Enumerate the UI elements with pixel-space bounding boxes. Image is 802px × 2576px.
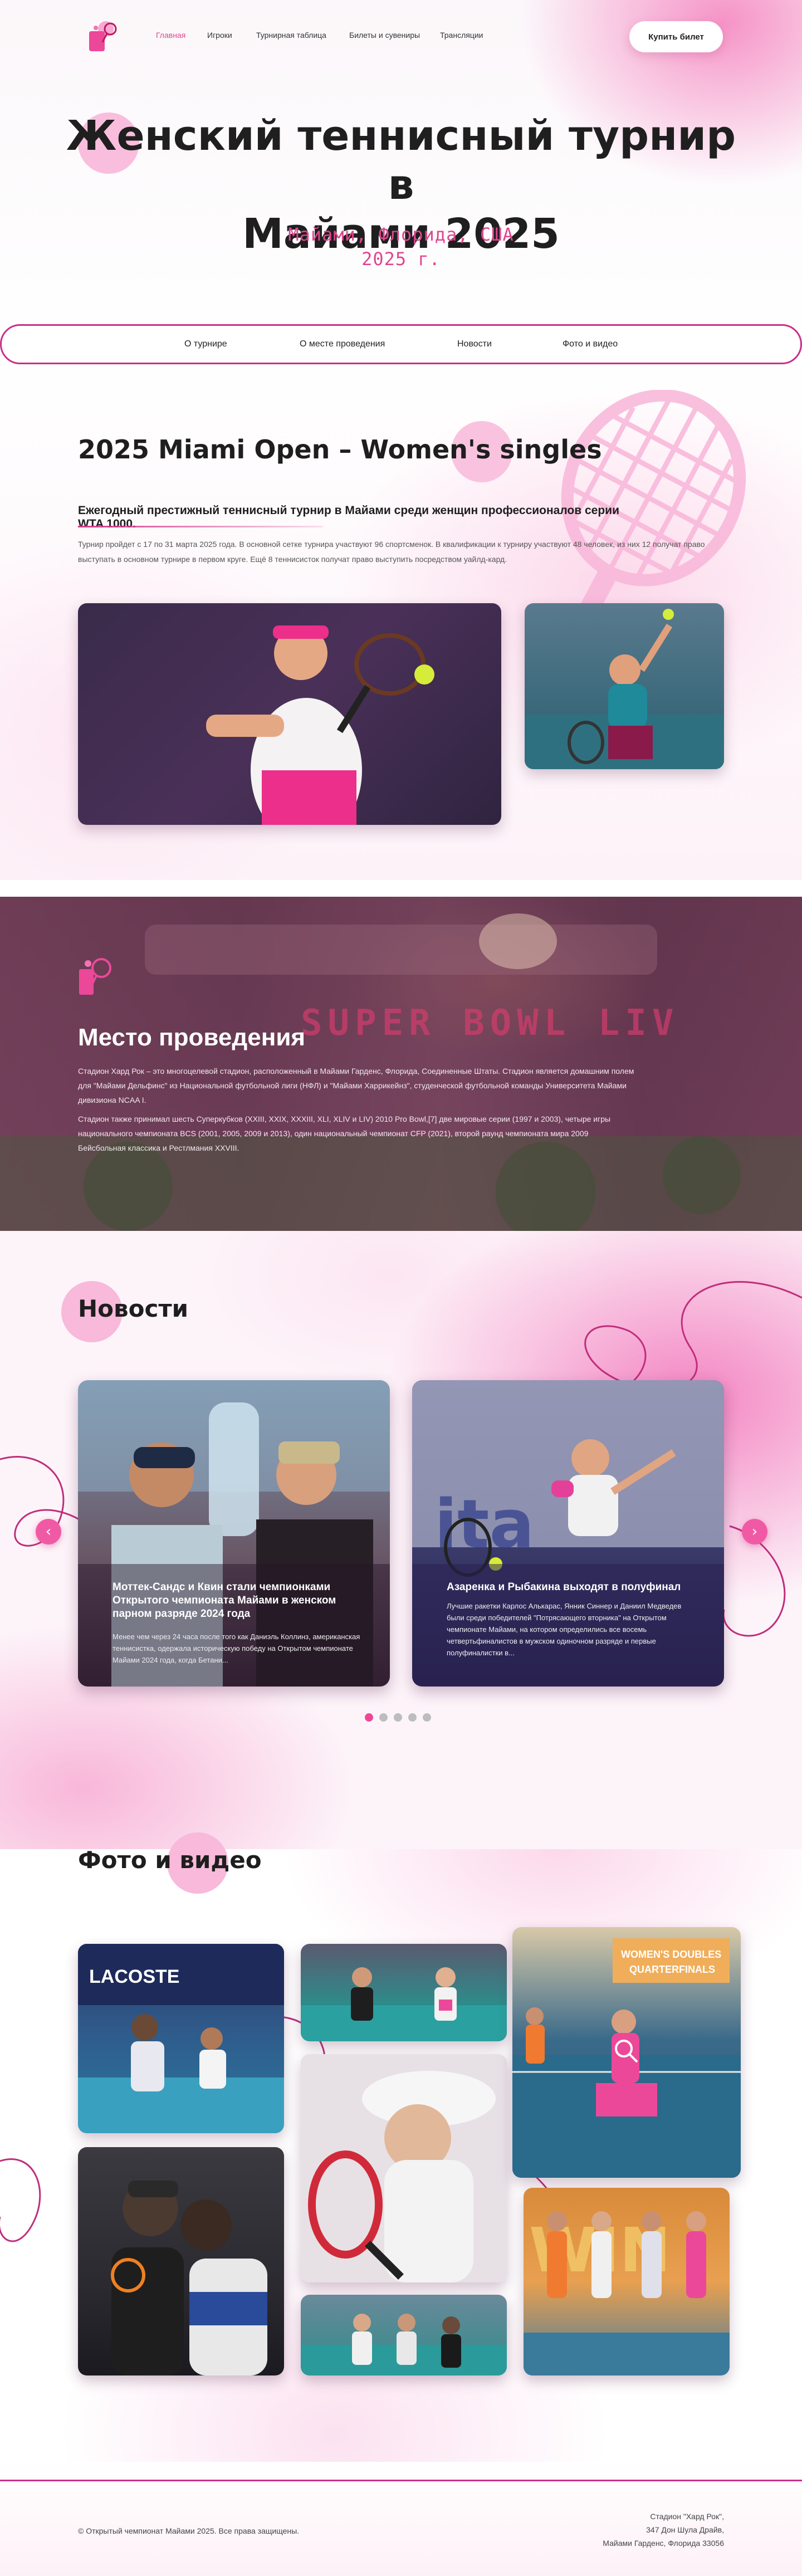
- pagination-dot[interactable]: [408, 1713, 417, 1722]
- pagination-dot[interactable]: [394, 1713, 402, 1722]
- buy-ticket-button[interactable]: Купить билет: [629, 21, 723, 52]
- gallery-photo-4[interactable]: [301, 2054, 507, 2282]
- footer-copyright: © Открытый чемпионат Майами 2025. Все пр…: [78, 2526, 300, 2535]
- gallery-photo-5[interactable]: [301, 2295, 507, 2375]
- logo[interactable]: [84, 18, 124, 58]
- section-tabs: О турнире О месте проведения Новости Фот…: [0, 324, 802, 364]
- pagination-dot[interactable]: [365, 1713, 373, 1722]
- footer-address-line3: Майами Гарденс, Флорида 33056: [603, 2539, 724, 2548]
- news-card-text: Лучшие ракетки Карлос Алькарас, Янник Си…: [447, 1602, 682, 1657]
- venue-section: SUPER BOWL LIV Место проведения Стадион …: [0, 897, 802, 1231]
- nav-broadcasts[interactable]: Трансляции: [440, 31, 483, 40]
- nav-players[interactable]: Игроки: [207, 31, 232, 40]
- venue-title: Место проведения: [78, 1024, 306, 1051]
- gallery-photo-7[interactable]: WIN: [524, 2188, 730, 2375]
- footer-address-line2: 347 Дон Шула Драйв,: [646, 2525, 724, 2534]
- news-card-title: Моттек-Сандс и Квин стали чемпионками От…: [113, 1581, 336, 1620]
- pagination-dot[interactable]: [379, 1713, 388, 1722]
- about-photo-secondary: [525, 603, 724, 769]
- page-title-line1: Женский теннисный турнир в: [66, 112, 736, 209]
- news-next-arrow[interactable]: ›: [742, 1519, 767, 1544]
- about-underline: [78, 526, 323, 527]
- nav-tickets[interactable]: Билеты и сувениры: [349, 31, 420, 40]
- news-prev-arrow[interactable]: ‹: [36, 1519, 61, 1544]
- tab-gallery[interactable]: Фото и видео: [563, 339, 618, 349]
- svg-text:LACOSTE: LACOSTE: [89, 1966, 179, 1987]
- zoom-icon[interactable]: [612, 2036, 642, 2066]
- nav-home[interactable]: Главная: [156, 31, 185, 40]
- hero-location: Майами, Флорида, США: [288, 224, 514, 245]
- gallery-photo-1[interactable]: LACOSTE: [78, 1944, 284, 2133]
- news-card-text: Менее чем через 24 часа после того как Д…: [113, 1632, 360, 1664]
- pagination-dot[interactable]: [423, 1713, 431, 1722]
- venue-text-1: Стадион Хард Рок – это многоцелевой стад…: [78, 1067, 634, 1104]
- news-title: Новости: [78, 1295, 189, 1322]
- gallery-photo-2[interactable]: [78, 2147, 284, 2375]
- nav-tournament-table[interactable]: Турнирная таблица: [256, 31, 326, 40]
- hero-year: 2025 г.: [361, 248, 441, 270]
- news-card[interactable]: ita Азаренка и Рыбакина выходят в полуфи…: [412, 1380, 724, 1687]
- tab-venue[interactable]: О месте проведения: [300, 339, 385, 349]
- svg-text:ita: ita: [434, 1486, 534, 1563]
- about-photo-main: [78, 603, 501, 825]
- venue-logo-icon: [77, 952, 116, 997]
- venue-text-2: Стадион также принимал шесть Суперкубков…: [78, 1115, 611, 1152]
- news-card-title: Азаренка и Рыбакина выходят в полуфинал: [447, 1581, 681, 1593]
- news-card[interactable]: Моттек-Сандс и Квин стали чемпионками От…: [78, 1380, 390, 1687]
- footer-address-line1: Стадион "Хард Рок",: [650, 2512, 724, 2521]
- about-text: Турнир пройдет с 17 по 31 марта 2025 год…: [78, 540, 705, 564]
- tab-news[interactable]: Новости: [457, 339, 492, 349]
- gallery-photo-3[interactable]: [301, 1944, 507, 2041]
- tab-about[interactable]: О турнире: [184, 339, 227, 349]
- svg-text:WOMEN'S DOUBLES: WOMEN'S DOUBLES: [621, 1949, 721, 1960]
- svg-text:QUARTERFINALS: QUARTERFINALS: [629, 1964, 715, 1975]
- footer-divider: [0, 2480, 802, 2481]
- about-title: 2025 Miami Open – Women's singles: [78, 434, 602, 465]
- gallery-photo-6[interactable]: WOMEN'S DOUBLES QUARTERFINALS: [512, 1927, 741, 2178]
- news-pagination: [365, 1713, 437, 1722]
- venue-stadium-sign: SUPER BOWL LIV: [301, 1003, 679, 1044]
- gallery-title: Фото и видео: [78, 1846, 262, 1874]
